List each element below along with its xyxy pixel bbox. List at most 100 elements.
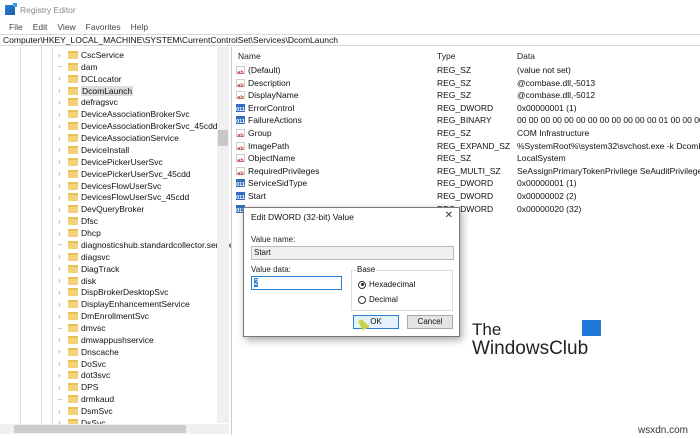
value-row[interactable]: ab RequiredPrivileges REG_MULTI_SZ SeAssign… [233,165,700,177]
value-row[interactable]: 011 FailureActions REG_BINARY 00 00 00 00 0… [233,114,700,126]
value-row[interactable]: ab ObjectName REG_SZ LocalSystem [233,152,700,164]
value-row[interactable]: ab Description REG_SZ @combase.dll,-5013 [233,77,700,89]
tree-item[interactable]: › DCLocator [58,73,122,85]
tree-item[interactable]: › CscService [58,49,124,61]
tree-item[interactable]: › disk [58,275,96,287]
chevron-right-icon[interactable]: › [58,205,68,214]
value-row[interactable]: ab Group REG_SZ COM Infrastructure [233,127,700,139]
tree-item[interactable]: › DevicePickerUserSvc_45cdd [58,168,191,180]
cancel-button[interactable]: Cancel [407,315,453,329]
string-value-icon: ab [236,166,245,177]
tree-item[interactable]: › DmEnrollmentSvc [58,310,149,322]
value-name: FailureActions [248,115,302,126]
chevron-right-icon[interactable]: › [58,276,68,285]
chevron-right-icon[interactable]: › [58,86,68,95]
chevron-right-icon[interactable]: › [58,169,68,178]
value-row[interactable]: 011 ErrorControl REG_DWORD 0x00000001 (1) [233,102,700,114]
tree-item[interactable]: › DeviceAssociationBrokerSvc [58,108,190,120]
scroll-thumb[interactable] [14,425,186,433]
chevron-right-icon[interactable]: › [58,288,68,297]
chevron-right-icon[interactable]: › [58,122,68,131]
chevron-right-icon[interactable]: › [58,145,68,154]
column-header-name[interactable]: Name [238,51,261,63]
chevron-right-icon[interactable]: › [58,335,68,344]
chevron-right-icon[interactable]: › [58,300,68,309]
value-row[interactable]: 011 Start REG_DWORD 0x00000002 (2) [233,190,700,202]
value-name: ImagePath [248,140,290,151]
folder-icon [68,312,78,321]
edit-dword-dialog: Edit DWORD (32-bit) Value ✕ Value name: … [243,207,460,337]
tree-item[interactable]: › DeviceInstall [58,144,129,156]
chevron-right-icon[interactable]: › [58,264,68,273]
tree-item[interactable]: › DPS [58,381,98,393]
tree-item[interactable]: – dam [58,61,98,73]
tree-item[interactable]: › DispBrokerDesktopSvc [58,286,168,298]
folder-icon [68,181,78,190]
value-data: SeAssignPrimaryTokenPrivilege SeAuditPri… [517,165,700,176]
chevron-right-icon[interactable]: › [58,157,68,166]
folder-icon [68,51,78,59]
tree-item[interactable]: › DevicesFlowUserSvc_45cdd [58,191,189,203]
value-row[interactable]: ab (Default) REG_SZ (value not set) [233,64,700,76]
menu-view[interactable]: View [52,20,80,34]
tree-item[interactable]: › DisplayEnhancementService [58,298,190,310]
base-label: Base [356,265,377,274]
tree-item[interactable]: – dmvsc [58,322,106,334]
chevron-right-icon[interactable]: › [58,110,68,119]
tree-item[interactable]: › Dnscache [58,346,119,358]
tree-item[interactable]: › diagsvc [58,251,110,263]
tree-horizontal-scrollbar[interactable] [0,424,229,434]
tree-item[interactable]: › DevicePickerUserSvc [58,156,163,168]
tree-item[interactable]: › dmwappushservice [58,334,154,346]
tree-item[interactable]: › DoSvc [58,358,106,370]
chevron-right-icon[interactable]: › [58,134,68,143]
radio-empty-icon [358,295,366,304]
chevron-right-icon[interactable]: › [58,383,68,392]
menu-favorites[interactable]: Favorites [81,20,126,34]
address-bar[interactable]: Computer\HKEY_LOCAL_MACHINE\SYSTEM\Curre… [0,34,700,46]
folder-icon [68,335,78,344]
chevron-right-icon[interactable]: › [58,229,68,238]
tree-item[interactable]: – drmkaud [58,393,114,405]
chevron-right-icon[interactable]: › [58,181,68,190]
tree-item[interactable]: › Dhcp [58,227,101,239]
chevron-right-icon[interactable]: › [58,347,68,356]
value-data-input[interactable]: 2 [251,276,342,290]
chevron-right-icon[interactable]: › [58,51,68,60]
chevron-right-icon[interactable]: › [58,312,68,321]
tree-item[interactable]: › DeviceAssociationService [58,132,179,144]
tree-item[interactable]: – diagnosticshub.standardcollector.servic… [58,239,231,251]
tree-item[interactable]: › DevicesFlowUserSvc [58,180,161,192]
column-header-data[interactable]: Data [517,51,535,63]
chevron-right-icon[interactable]: › [58,193,68,202]
chevron-right-icon[interactable]: › [58,407,68,416]
tree-item[interactable]: › DiagTrack [58,263,119,275]
chevron-right-icon[interactable]: › [58,359,68,368]
chevron-right-icon[interactable]: › [58,217,68,226]
scroll-thumb[interactable] [218,130,228,146]
chevron-right-icon[interactable]: › [58,74,68,83]
value-row[interactable]: 011 ServiceSidType REG_DWORD 0x00000001 (1) [233,177,700,189]
tree-item[interactable]: › DsmSvc [58,405,113,417]
close-icon[interactable]: ✕ [445,210,453,221]
menu-help[interactable]: Help [126,20,153,34]
menu-edit[interactable]: Edit [28,20,53,34]
tree-vertical-scrollbar[interactable] [217,47,229,423]
hexadecimal-radio[interactable]: Hexadecimal [358,280,415,289]
value-data: (value not set) [517,65,571,75]
chevron-right-icon[interactable]: › [58,371,68,380]
chevron-right-icon[interactable]: › [58,252,68,261]
tree-item[interactable]: › DeviceAssociationBrokerSvc_45cdd [58,120,218,132]
folder-icon [68,169,78,178]
column-header-type[interactable]: Type [437,51,455,63]
value-row[interactable]: ab DisplayName REG_SZ @combase.dll,-5012 [233,89,700,101]
tree-item[interactable]: › defragsvc [58,96,118,108]
tree-item[interactable]: › DcomLaunch [58,85,134,97]
tree-item[interactable]: › Dfsc [58,215,98,227]
tree-item[interactable]: › DevQueryBroker [58,203,144,215]
tree-item[interactable]: › dot3svc [58,369,110,381]
chevron-right-icon[interactable]: › [58,98,68,107]
menu-file[interactable]: File [4,20,28,34]
decimal-radio[interactable]: Decimal [358,295,398,304]
value-row[interactable]: ab ImagePath REG_EXPAND_SZ %SystemRoot%\sys… [233,140,700,152]
